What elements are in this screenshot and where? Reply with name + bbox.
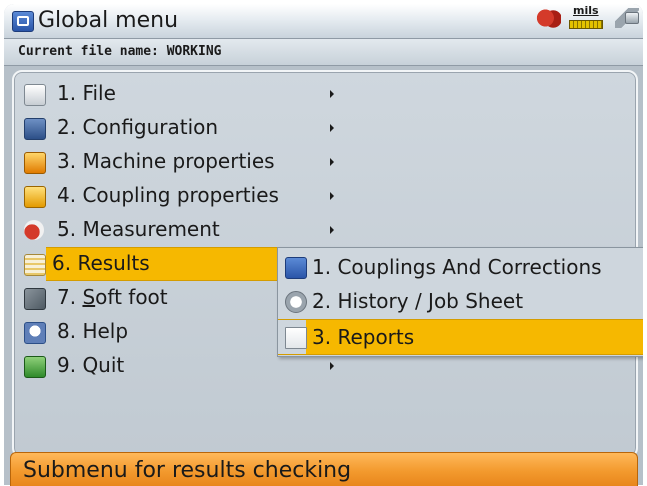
plug-icon [615, 8, 639, 28]
submenu-arrow-icon [330, 90, 334, 98]
quit-icon [24, 356, 46, 378]
results-submenu: 1. Couplings And Corrections 2. History … [277, 247, 643, 357]
app-icon [12, 11, 34, 32]
menu-item-results-icon-cell [16, 249, 46, 279]
current-file-name: Current file name: WORKING [18, 44, 222, 59]
measurement-icon [24, 220, 44, 240]
units-label: mils [573, 4, 599, 17]
file-icon [24, 84, 46, 106]
submenu-arrow-icon [330, 192, 334, 200]
history-icon [285, 291, 307, 313]
submenu-arrow-icon [330, 158, 334, 166]
soft-foot-icon [24, 288, 46, 310]
menu-item-machine-properties[interactable]: 3. Machine properties [16, 147, 336, 177]
menu-item-measurement[interactable]: 5. Measurement [16, 215, 336, 245]
menu-item-configuration[interactable]: 2. Configuration [16, 113, 336, 143]
results-icon [24, 254, 46, 276]
menu-item-coupling-properties[interactable]: 4. Coupling properties [16, 181, 336, 211]
units-ruler-icon [569, 20, 603, 29]
help-icon [24, 322, 46, 344]
submenu-arrow-icon [330, 362, 334, 370]
menu-item-file[interactable]: 1. File [16, 79, 336, 109]
submenu-arrow-icon [330, 124, 334, 132]
couplings-icon [285, 257, 307, 279]
units-indicator: mils [567, 4, 605, 30]
submenu-arrow-icon [330, 226, 334, 234]
machine-properties-icon [24, 152, 46, 174]
coupling-properties-icon [24, 186, 46, 208]
machine-icon [535, 8, 561, 28]
submenu-item-history-job-sheet[interactable]: 2. History / Job Sheet [278, 284, 643, 318]
reports-icon [285, 327, 307, 349]
file-name-bar: Current file name: WORKING [4, 39, 643, 66]
window-title: Global menu [38, 8, 179, 33]
screen: Global menu mils Current file name: WORK… [4, 4, 643, 485]
configuration-icon [24, 118, 46, 140]
status-text: Submenu for results checking [23, 458, 352, 483]
title-bar: Global menu mils [4, 4, 643, 39]
submenu-item-couplings-and-corrections[interactable]: 1. Couplings And Corrections [278, 250, 643, 284]
submenu-item-reports[interactable]: 3. Reports [278, 319, 643, 355]
status-bar: Submenu for results checking [10, 452, 638, 486]
